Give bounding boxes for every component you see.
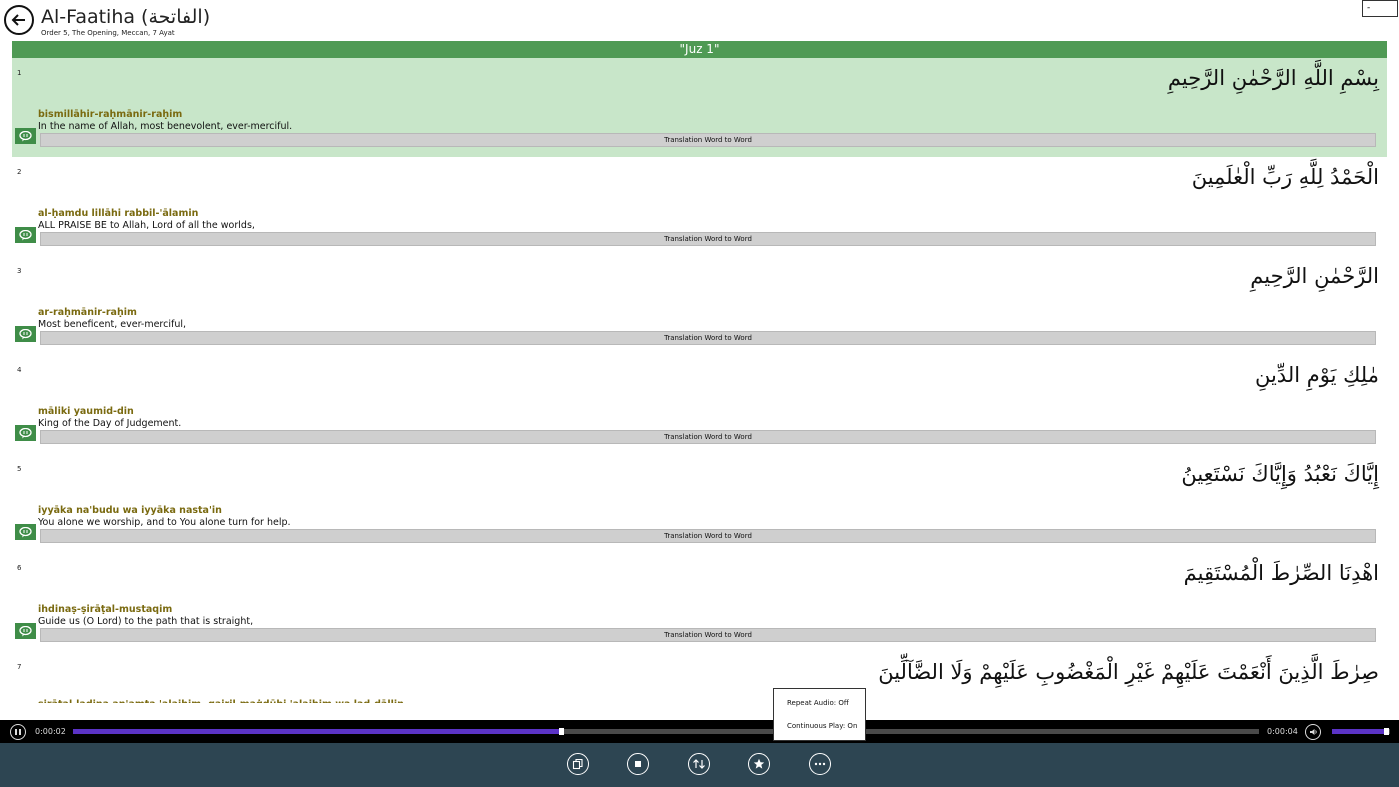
comment-icon	[19, 427, 32, 438]
volume-button[interactable]	[1305, 724, 1321, 740]
continuous-play-option[interactable]: Continuous Play: On	[787, 722, 857, 730]
verse-item[interactable]: 7 صِرٰطَ الَّذِينَ أَنْعَمْتَ عَلَيْهِمْ…	[12, 652, 1387, 708]
page-title: Al-Faatiha (الفاتحة)	[41, 6, 211, 28]
pause-button[interactable]	[10, 724, 26, 740]
verse-item[interactable]: 2 الْحَمْدُ لِلَّهِ رَبِّ الْعٰلَمِينَ a…	[12, 157, 1387, 256]
translation-text: Guide us (O Lord) to the path that is st…	[38, 616, 254, 627]
transliteration: ihdinaṣ-ṣirāṭal-mustaqim	[38, 604, 173, 615]
repeat-audio-option[interactable]: Repeat Audio: Off	[787, 699, 849, 707]
arrow-left-icon	[11, 14, 25, 26]
word-to-word-button[interactable]: Translation Word to Word	[40, 529, 1376, 543]
translation-text: ALL PRAISE BE to Allah, Lord of all the …	[38, 220, 255, 231]
transliteration: ar-raḥmānir-raḥim	[38, 307, 137, 318]
comment-button[interactable]	[15, 326, 36, 342]
comment-button[interactable]	[15, 128, 36, 144]
repeat-button[interactable]	[688, 753, 710, 775]
current-time: 0:00:02	[35, 727, 66, 736]
verse-list[interactable]: 1 بِسْمِ اللَّهِ الرَّحْمٰنِ الرَّحِيمِ …	[12, 58, 1387, 708]
arabic-text: اهْدِنَا الصِّرٰطَ الْمُسْتَقِيمَ	[1183, 561, 1379, 585]
comment-button[interactable]	[15, 623, 36, 639]
word-to-word-button[interactable]: Translation Word to Word	[40, 232, 1376, 246]
more-button[interactable]	[809, 753, 831, 775]
verse-item[interactable]: 4 مٰلِكِ يَوْمِ الدِّينِ māliki yaumid-d…	[12, 355, 1387, 454]
window-minimize-box[interactable]: -	[1362, 0, 1398, 17]
arabic-text: مٰلِكِ يَوْمِ الدِّينِ	[1254, 363, 1379, 387]
comment-icon	[19, 328, 32, 339]
verse-number: 2	[17, 168, 22, 176]
comment-icon	[19, 229, 32, 240]
progress-thumb[interactable]	[559, 728, 565, 735]
more-icon	[814, 762, 826, 766]
volume-slider[interactable]	[1332, 728, 1390, 735]
verse-number: 5	[17, 465, 22, 473]
total-time: 0:00:04	[1267, 727, 1298, 736]
translation-text: Most beneficent, ever-merciful,	[38, 319, 187, 330]
transliteration: ṣirāṭal-laḍina an'amta 'alaihim, gairil-…	[38, 699, 404, 703]
star-icon	[753, 758, 765, 769]
speaker-icon	[1309, 729, 1317, 735]
audio-options-menu: Repeat Audio: Off Continuous Play: On	[773, 688, 866, 741]
app-bar	[0, 743, 1399, 787]
transliteration: bismillāhir-raḥmānir-raḥim	[38, 109, 183, 120]
arabic-text: إِيَّاكَ نَعْبُدُ وَإِيَّاكَ نَسْتَعِينُ	[1181, 462, 1379, 486]
progress-fill	[73, 729, 560, 734]
comment-icon	[19, 526, 32, 537]
pause-icon	[15, 729, 21, 735]
stop-button[interactable]	[627, 753, 649, 775]
favorite-button[interactable]	[748, 753, 770, 775]
audio-player: 0:00:02 0:00:04	[0, 720, 1399, 743]
arabic-text: الْحَمْدُ لِلَّهِ رَبِّ الْعٰلَمِينَ	[1191, 165, 1379, 189]
verse-item[interactable]: 1 بِسْمِ اللَّهِ الرَّحْمٰنِ الرَّحِيمِ …	[12, 58, 1387, 157]
arabic-text: صِرٰطَ الَّذِينَ أَنْعَمْتَ عَلَيْهِمْ غ…	[878, 660, 1379, 684]
arabic-text: بِسْمِ اللَّهِ الرَّحْمٰنِ الرَّحِيمِ	[1167, 66, 1379, 90]
translation-text: King of the Day of Judgement.	[38, 418, 182, 429]
verse-item[interactable]: 5 إِيَّاكَ نَعْبُدُ وَإِيَّاكَ نَسْتَعِي…	[12, 454, 1387, 553]
volume-thumb[interactable]	[1384, 728, 1390, 735]
comment-button[interactable]	[15, 227, 36, 243]
stop-icon	[635, 761, 641, 767]
repeat-icon	[693, 759, 705, 769]
word-to-word-button[interactable]: Translation Word to Word	[40, 430, 1376, 444]
translation-text: In the name of Allah, most benevolent, e…	[38, 121, 293, 132]
verse-item[interactable]: 3 الرَّحْمٰنِ الرَّحِيمِ ar-raḥmānir-raḥ…	[12, 256, 1387, 355]
word-to-word-button[interactable]: Translation Word to Word	[40, 628, 1376, 642]
copy-icon	[572, 758, 583, 770]
comment-button[interactable]	[15, 425, 36, 441]
verse-item[interactable]: 6 اهْدِنَا الصِّرٰطَ الْمُسْتَقِيمَ ihdi…	[12, 553, 1387, 652]
juz-header: "Juz 1"	[12, 41, 1387, 58]
verse-number: 3	[17, 267, 22, 275]
volume-fill	[1332, 729, 1388, 734]
verse-number: 6	[17, 564, 22, 572]
comment-icon	[19, 130, 32, 141]
arabic-text: الرَّحْمٰنِ الرَّحِيمِ	[1250, 264, 1379, 288]
word-to-word-button[interactable]: Translation Word to Word	[40, 133, 1376, 147]
transliteration: al-ḥamdu lillāhi rabbil-'ālamin	[38, 208, 199, 219]
copy-button[interactable]	[567, 753, 589, 775]
verse-number: 4	[17, 366, 22, 374]
verse-number: 7	[17, 663, 22, 671]
page-subtitle: Order 5, The Opening, Meccan, 7 Ayat	[41, 29, 175, 37]
comment-button[interactable]	[15, 524, 36, 540]
progress-bar[interactable]	[73, 728, 1259, 735]
verse-number: 1	[17, 69, 22, 77]
transliteration: iyyāka na'budu wa iyyāka nasta'in	[38, 505, 222, 516]
translation-text: You alone we worship, and to You alone t…	[38, 517, 291, 528]
comment-icon	[19, 625, 32, 636]
transliteration: māliki yaumid-din	[38, 406, 134, 417]
word-to-word-button[interactable]: Translation Word to Word	[40, 331, 1376, 345]
back-button[interactable]	[4, 5, 34, 35]
